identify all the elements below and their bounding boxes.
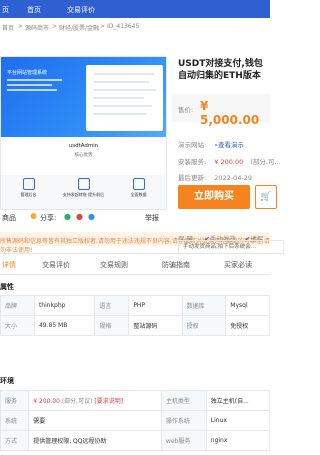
demo-label: 演示网站: [178,141,207,149]
breadcrumb: 首页 > 源码商市 > 财经/股票/金融 > ID_413645 [0,18,270,34]
preview-logo-text: usdtAdmin [68,143,99,149]
preview-banner: 平台网站管理系统 [1,57,166,137]
breadcrumb-sep: > [18,23,24,30]
env-title: 环境 [0,377,14,385]
preview-banner-title: 平台网站管理系统 [7,70,48,76]
chart-icon [132,178,145,190]
tag-badge: 手动发货商品,拍下后系统会... [178,240,284,254]
table-row: 大小 49.85 MB 规格 整站源码 授权 免授权 [0,315,270,336]
table-row: 系统 需要 操作系统 Linux [0,410,271,431]
env-table: 服务 ¥ 200.00 (部分,可议) [要求说明] 主机类型 独立主机(自..… [0,390,271,451]
weibo-icon[interactable]: ● [76,212,83,221]
nav-item-home[interactable]: 首页 [27,5,41,15]
price-box: 售价: ¥ 5,000.00 [172,94,270,127]
breadcrumb-category[interactable]: 财经/股票/金融 [59,23,99,32]
tab-rules[interactable]: 交易规则 [100,260,128,270]
preview-logo-sub: 核心优势 [74,153,93,158]
updated-label: 最后更新: [178,174,207,182]
product-title: USDT对接支付,钱包自动归集的ETH版本 [178,59,263,81]
install-note: (部分,可... [250,158,281,166]
monitor-icon [22,178,35,190]
nav-item-partial[interactable]: 页 [2,5,9,15]
wechat-icon[interactable]: ● [64,212,71,221]
requirement-link[interactable]: [要求说明] [94,398,123,405]
detail-tabs: 详情 交易评价 交易规则 防骗指南 买家必读 [0,253,270,275]
table-row: 服务 ¥ 200.00 (部分,可议) [要求说明] 主机类型 独立主机(自..… [0,390,271,411]
breadcrumb-id: ID_413645 [107,23,140,30]
breadcrumb-home[interactable]: 首页 [2,23,14,32]
share-row: 商品 ⚈ 分享: ● ● ● 举报 [0,212,170,224]
preview-features: 管理后台 支持发起转账 提升前后 全面数据 [1,175,166,209]
updated-value: 2022-04-29 [214,174,253,182]
breadcrumb-sep: > [52,23,58,30]
preview-dashboard [86,65,163,131]
favorite-label[interactable]: 商品 [2,213,16,223]
table-row: 品牌 thinkphp 语言 PHP 数据库 Mysql [0,295,270,316]
top-nav: 页 首页 交易评价 [0,0,270,18]
breadcrumb-market[interactable]: 源码商市 [25,23,49,32]
tab-buyer-notes[interactable]: 买家必读 [224,260,252,270]
cart-icon[interactable]: 🛒 [255,185,277,209]
transfer-icon [77,178,90,190]
product-preview-image[interactable]: 平台网站管理系统 usdtAdmin 核心优势 管理后台 支持发起转账 提升前后… [0,56,167,210]
preview-feature: 全面数据 [111,178,166,198]
table-row: 方式 提供管理权限, QQ远程协助 web服务 nginx [0,430,271,451]
attrs-table: 品牌 thinkphp 语言 PHP 数据库 Mysql 大小 49.85 MB… [0,295,270,336]
price-label: 售价: [178,106,194,114]
breadcrumb-sep: > [100,23,106,30]
tab-anti-fraud[interactable]: 防骗指南 [162,260,190,270]
buy-now-button[interactable]: 立即购买 [178,185,250,209]
qq-icon[interactable]: ● [88,212,95,221]
updated-row: 最后更新: 2022-04-29 [178,165,252,184]
report-link[interactable]: 举报 [145,213,159,223]
preview-feature: 管理后台 [1,178,56,198]
share-icon: ⚈ [30,212,38,221]
tab-reviews[interactable]: 交易评价 [42,260,70,270]
attrs-title: 属性 [0,283,14,291]
share-label: 分享: [40,214,57,222]
tab-details[interactable]: 详情 [2,260,16,270]
nav-item-reviews[interactable]: 交易评价 [67,5,95,15]
demo-link[interactable]: 查看演示 [218,141,244,149]
preview-feature: 支持发起转账 提升前后 [56,178,111,198]
price-value: ¥ 5,000.00 [200,99,260,127]
